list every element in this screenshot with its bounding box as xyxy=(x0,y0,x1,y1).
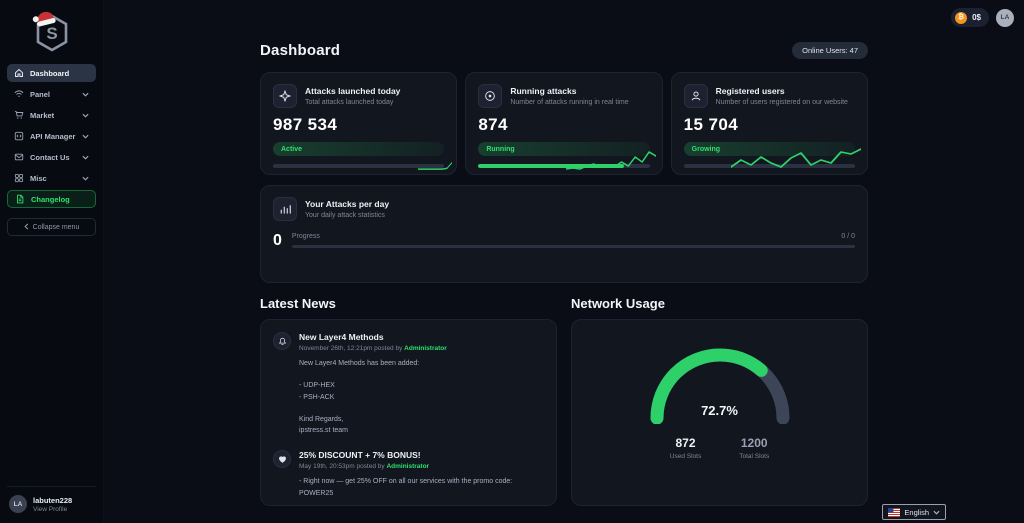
news-body: New Layer4 Methods has been added: - UDP… xyxy=(299,360,420,435)
progress-label: Progress xyxy=(291,233,320,240)
stat-title: Attacks launched today xyxy=(305,86,401,96)
sidebar-item-label: API Manager xyxy=(30,131,76,141)
chevron-down-icon xyxy=(82,153,89,162)
used-slots-label: Used Slots xyxy=(669,453,702,460)
latest-news-heading: Latest News xyxy=(260,296,336,311)
status-badge: Growing xyxy=(683,142,855,156)
signal-icon xyxy=(14,89,24,99)
us-flag-icon xyxy=(888,507,901,517)
news-title: 25% DISCOUNT + 7% BONUS! xyxy=(299,450,421,461)
progress-track xyxy=(273,164,445,168)
network-usage-gauge: 72.7% xyxy=(645,340,795,425)
total-slots: 1200 Total Slots xyxy=(739,436,769,460)
sidebar-item-api-manager[interactable]: API Manager xyxy=(7,127,96,145)
progress-fraction: 0 / 0 xyxy=(841,233,855,240)
gauge-percent: 72.7% xyxy=(701,403,738,418)
news-author: Administrator xyxy=(404,345,447,352)
status-badge: Running xyxy=(478,142,650,156)
chevron-down-icon xyxy=(82,132,89,141)
progress-track xyxy=(291,245,855,248)
news-meta: November 26th, 12:21pm posted by Adminis… xyxy=(299,345,447,352)
news-body: - Right now — get 25% OFF on all our ser… xyxy=(299,478,513,497)
code-square-icon xyxy=(14,131,24,141)
stat-value: 15 704 xyxy=(683,115,739,134)
chevron-down-icon xyxy=(82,174,89,183)
network-usage-heading: Network Usage xyxy=(571,296,665,311)
sidebar-item-market[interactable]: Market xyxy=(7,106,96,124)
sidebar-item-dashboard[interactable]: Dashboard xyxy=(7,64,96,82)
sidebar-item-changelog[interactable]: Changelog xyxy=(7,190,96,208)
sidebar-item-panel[interactable]: Panel xyxy=(7,85,96,103)
progress-track xyxy=(683,164,855,168)
chevron-left-icon xyxy=(24,222,29,232)
sidebar-item-label: Misc xyxy=(30,173,47,183)
stat-cards-row: Attacks launched today Total attacks lau… xyxy=(260,72,868,175)
main-content: Dashboard Online Users: 47 Attacks launc… xyxy=(104,0,1024,523)
heart-icon xyxy=(273,450,291,469)
stat-subtitle: Number of users registered on our websit… xyxy=(715,99,848,106)
stat-value: 874 xyxy=(478,115,508,134)
stat-value: 987 534 xyxy=(273,115,338,134)
chevron-down-icon xyxy=(82,111,89,120)
news-list[interactable]: New Layer4 Methods November 26th, 12:21p… xyxy=(260,319,557,506)
stat-card-attacks-launched: Attacks launched today Total attacks lau… xyxy=(260,72,458,175)
sidebar-item-label: Panel xyxy=(30,89,51,99)
collapse-menu-label: Collapse menu xyxy=(32,223,80,231)
news-title: New Layer4 Methods xyxy=(299,332,384,342)
document-icon xyxy=(15,194,25,204)
chevron-down-icon xyxy=(82,90,89,99)
grid-icon xyxy=(14,173,24,183)
sidebar-item-misc[interactable]: Misc xyxy=(7,169,96,187)
network-usage-card: 72.7% 872 Used Slots 1200 Total Slots xyxy=(571,319,868,506)
stat-title: Running attacks xyxy=(510,86,577,96)
news-author: Administrator xyxy=(386,463,430,471)
bar-chart-icon xyxy=(273,197,297,221)
mail-icon xyxy=(14,152,24,162)
sparkle-icon xyxy=(273,84,297,108)
sidebar-item-label: Dashboard xyxy=(30,68,70,78)
news-item: 25% DISCOUNT + 7% BONUS! May 19th, 20:53… xyxy=(273,450,544,505)
news-item: New Layer4 Methods November 26th, 12:21p… xyxy=(273,332,544,436)
sidebar-item-label: Changelog xyxy=(31,194,70,204)
news-meta: May 19th, 20:53pm posted by Administrato… xyxy=(299,463,430,471)
sidebar-item-label: Market xyxy=(30,110,55,120)
used-slots: 872 Used Slots xyxy=(670,436,701,460)
user-name: labuten228 xyxy=(33,495,73,505)
page-title: Dashboard xyxy=(260,42,341,59)
used-slots-value: 872 xyxy=(675,436,696,450)
total-slots-value: 1200 xyxy=(740,436,768,450)
user-icon xyxy=(683,84,708,108)
online-users-badge: Online Users: 47 xyxy=(792,42,868,59)
announcement-icon xyxy=(273,332,291,350)
attacks-per-day-panel: Your Attacks per day Your daily attack s… xyxy=(260,185,868,283)
panel-title: Your Attacks per day xyxy=(305,199,390,209)
cart-icon xyxy=(14,110,24,120)
view-profile-link[interactable]: View Profile xyxy=(33,506,72,513)
stat-title: Registered users xyxy=(715,86,785,96)
language-select[interactable]: English xyxy=(882,504,946,520)
language-selected-label: English xyxy=(904,507,929,517)
chevron-down-icon xyxy=(933,510,940,515)
panel-subtitle: Your daily attack statistics xyxy=(305,212,385,219)
avatar: LA xyxy=(9,495,27,513)
status-badge: Active xyxy=(273,142,445,156)
target-icon xyxy=(478,84,503,108)
sidebar-item-contact-us[interactable]: Contact Us xyxy=(7,148,96,166)
stat-card-running-attacks: Running attacks Number of attacks runnin… xyxy=(465,72,663,175)
sidebar: S Dashboard Panel Market API Manager Con… xyxy=(0,0,104,523)
progress-track xyxy=(478,164,650,168)
stat-subtitle: Total attacks launched today xyxy=(305,99,394,106)
total-slots-label: Total Slots xyxy=(739,453,770,460)
stat-card-registered-users: Registered users Number of users registe… xyxy=(670,72,868,175)
sidebar-user-profile[interactable]: LA labuten228 View Profile xyxy=(7,486,96,515)
attacks-count: 0 xyxy=(273,232,282,249)
home-icon xyxy=(14,68,24,78)
collapse-menu-button[interactable]: Collapse menu xyxy=(7,218,96,236)
stat-subtitle: Number of attacks running in real time xyxy=(510,99,629,106)
app-logo[interactable]: S xyxy=(7,8,96,64)
sidebar-item-label: Contact Us xyxy=(30,152,70,162)
